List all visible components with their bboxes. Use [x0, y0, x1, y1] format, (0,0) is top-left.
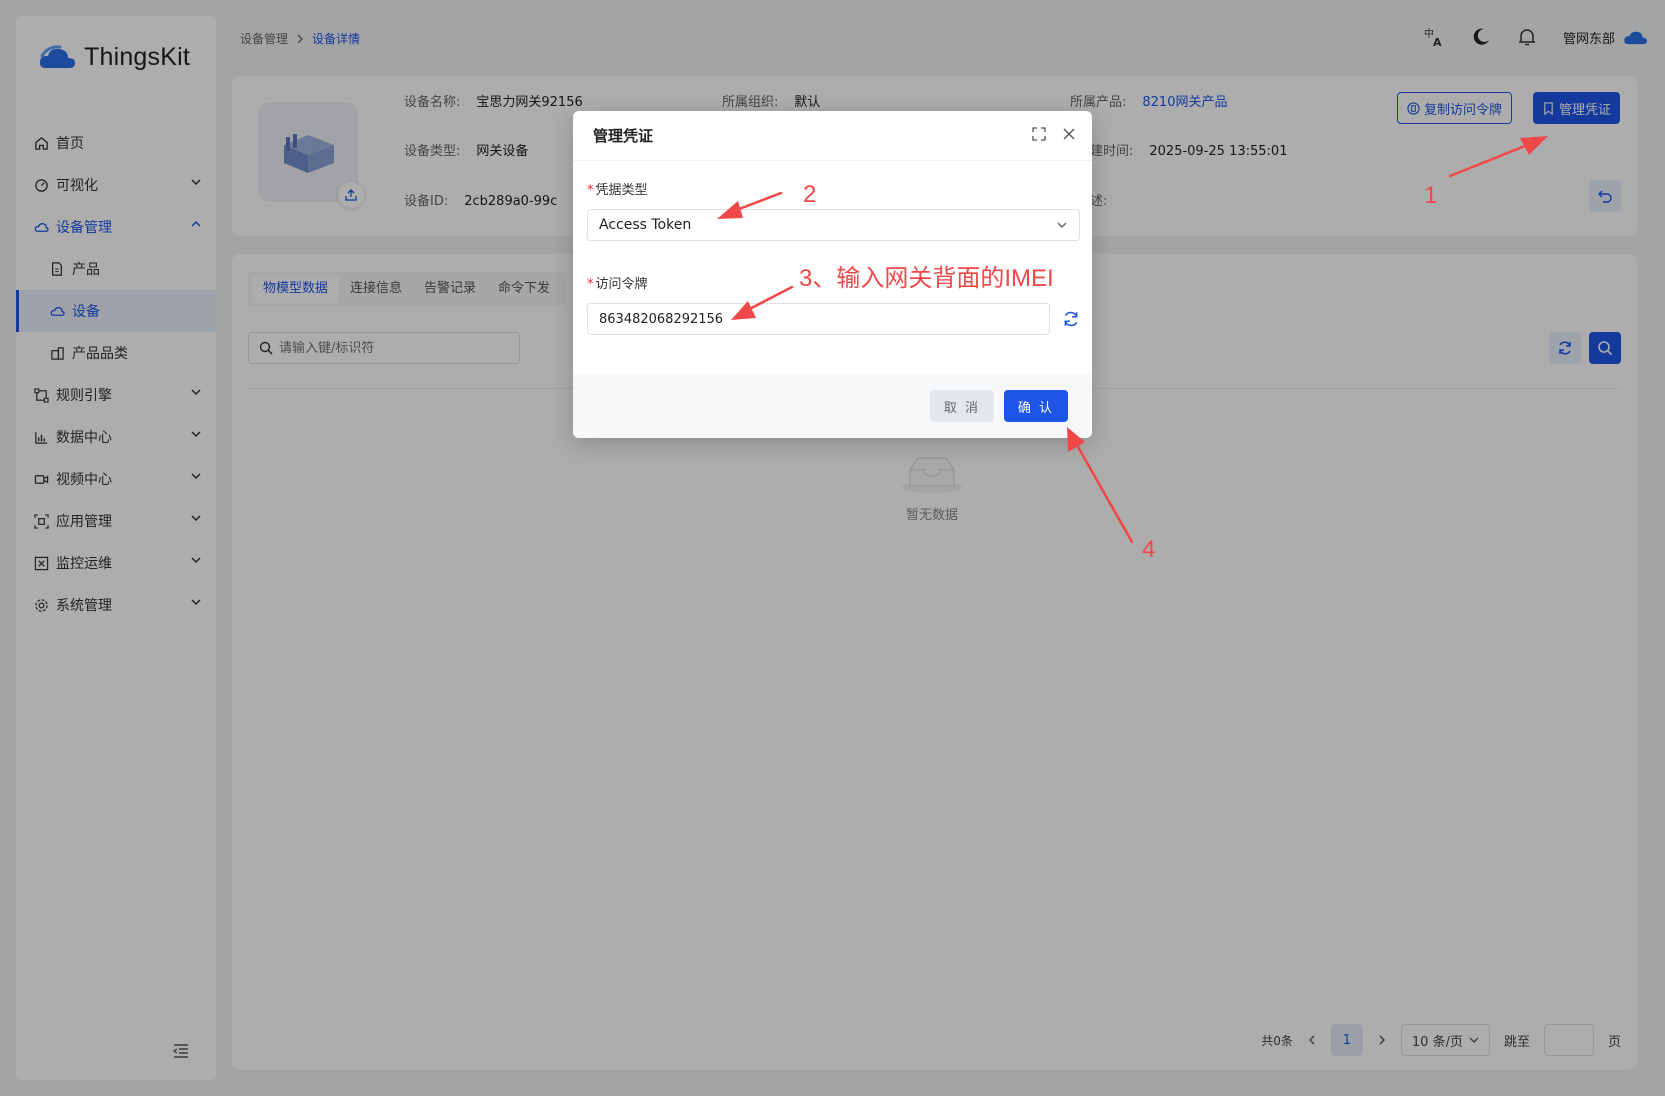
modal-title: 管理凭证 [593, 127, 654, 145]
fullscreen-icon[interactable] [1032, 127, 1046, 141]
close-icon[interactable] [1062, 127, 1076, 141]
access-token-input[interactable] [587, 303, 1050, 335]
regenerate-token-icon[interactable] [1062, 310, 1080, 328]
annotation-label-1: 1 [1424, 182, 1438, 209]
credential-type-select[interactable]: Access Token [587, 209, 1080, 241]
annotation-label-4: 4 [1142, 536, 1156, 563]
annotation-label-3: 3、输入网关背面的IMEI [799, 265, 1054, 292]
access-token-label: * 访问令牌 [587, 277, 648, 292]
credential-type-label: * 凭据类型 [587, 183, 648, 198]
credential-type-value: Access Token [599, 217, 692, 233]
chevron-down-icon [1057, 222, 1067, 228]
annotation-label-2: 2 [803, 181, 817, 208]
cancel-button[interactable]: 取 消 [930, 390, 994, 422]
modal-footer: 取 消 确 认 [573, 374, 1092, 438]
modal-header: 管理凭证 [573, 111, 1092, 161]
confirm-button[interactable]: 确 认 [1004, 390, 1068, 422]
